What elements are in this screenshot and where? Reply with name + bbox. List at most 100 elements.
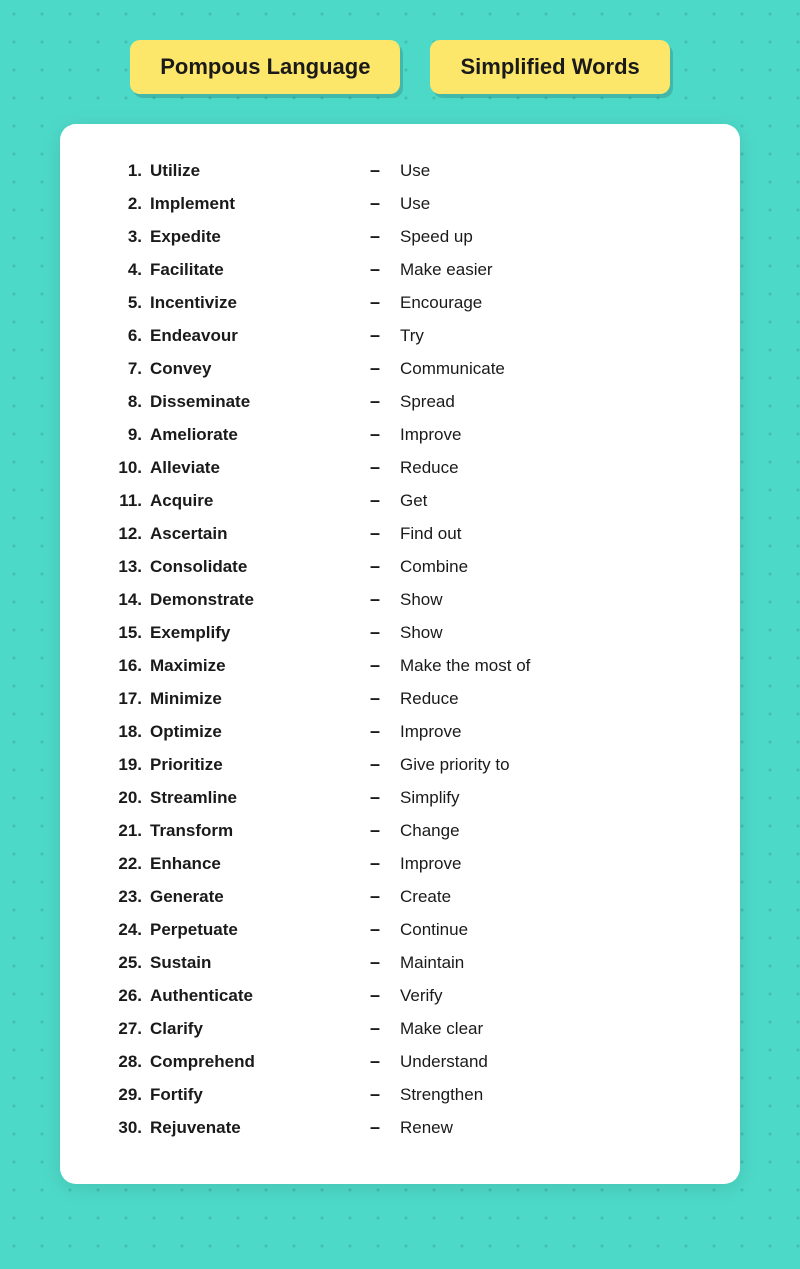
list-item: 5. Incentivize – Encourage <box>100 286 700 319</box>
simple-word: Spread <box>400 392 700 412</box>
simple-word: Create <box>400 887 700 907</box>
content-card: 1. Utilize – Use 2. Implement – Use 3. E… <box>60 124 740 1184</box>
word-number: 1. <box>100 161 142 181</box>
pompous-word: Consolidate <box>150 557 350 577</box>
word-number: 29. <box>100 1085 142 1105</box>
simple-word: Show <box>400 623 700 643</box>
word-number: 24. <box>100 920 142 940</box>
simple-word: Combine <box>400 557 700 577</box>
list-item: 6. Endeavour – Try <box>100 319 700 352</box>
list-item: 12. Ascertain – Find out <box>100 517 700 550</box>
dash-separator: – <box>350 1018 400 1039</box>
header-row: Pompous Language Simplified Words <box>60 40 740 94</box>
dash-separator: – <box>350 589 400 610</box>
pompous-word: Sustain <box>150 953 350 973</box>
simple-word: Communicate <box>400 359 700 379</box>
list-item: 2. Implement – Use <box>100 187 700 220</box>
list-item: 9. Ameliorate – Improve <box>100 418 700 451</box>
dash-separator: – <box>350 622 400 643</box>
word-number: 5. <box>100 293 142 313</box>
list-item: 27. Clarify – Make clear <box>100 1012 700 1045</box>
list-item: 20. Streamline – Simplify <box>100 781 700 814</box>
list-item: 14. Demonstrate – Show <box>100 583 700 616</box>
simple-word: Simplify <box>400 788 700 808</box>
simple-word: Reduce <box>400 458 700 478</box>
dash-separator: – <box>350 853 400 874</box>
dash-separator: – <box>350 358 400 379</box>
simple-word: Improve <box>400 425 700 445</box>
pompous-word: Clarify <box>150 1019 350 1039</box>
list-item: 15. Exemplify – Show <box>100 616 700 649</box>
list-item: 21. Transform – Change <box>100 814 700 847</box>
word-number: 4. <box>100 260 142 280</box>
list-item: 24. Perpetuate – Continue <box>100 913 700 946</box>
word-number: 9. <box>100 425 142 445</box>
simple-word: Verify <box>400 986 700 1006</box>
simple-word: Understand <box>400 1052 700 1072</box>
list-item: 7. Convey – Communicate <box>100 352 700 385</box>
word-number: 30. <box>100 1118 142 1138</box>
simple-word: Make easier <box>400 260 700 280</box>
pompous-word: Maximize <box>150 656 350 676</box>
dash-separator: – <box>350 985 400 1006</box>
pompous-word: Expedite <box>150 227 350 247</box>
simple-word: Speed up <box>400 227 700 247</box>
pompous-word: Generate <box>150 887 350 907</box>
list-item: 13. Consolidate – Combine <box>100 550 700 583</box>
pompous-word: Optimize <box>150 722 350 742</box>
pompous-word: Endeavour <box>150 326 350 346</box>
simple-word: Show <box>400 590 700 610</box>
list-item: 17. Minimize – Reduce <box>100 682 700 715</box>
simple-word: Make the most of <box>400 656 700 676</box>
dash-separator: – <box>350 424 400 445</box>
list-item: 8. Disseminate – Spread <box>100 385 700 418</box>
pompous-word: Exemplify <box>150 623 350 643</box>
dash-separator: – <box>350 457 400 478</box>
list-item: 18. Optimize – Improve <box>100 715 700 748</box>
list-item: 28. Comprehend – Understand <box>100 1045 700 1078</box>
dash-separator: – <box>350 523 400 544</box>
word-number: 28. <box>100 1052 142 1072</box>
simple-word: Encourage <box>400 293 700 313</box>
dash-separator: – <box>350 787 400 808</box>
word-number: 6. <box>100 326 142 346</box>
pompous-word: Facilitate <box>150 260 350 280</box>
list-item: 22. Enhance – Improve <box>100 847 700 880</box>
word-number: 26. <box>100 986 142 1006</box>
word-number: 12. <box>100 524 142 544</box>
word-number: 15. <box>100 623 142 643</box>
simple-word: Renew <box>400 1118 700 1138</box>
pompous-word: Alleviate <box>150 458 350 478</box>
dash-separator: – <box>350 259 400 280</box>
dash-separator: – <box>350 1084 400 1105</box>
pompous-word: Minimize <box>150 689 350 709</box>
list-item: 1. Utilize – Use <box>100 154 700 187</box>
dash-separator: – <box>350 226 400 247</box>
word-number: 2. <box>100 194 142 214</box>
dash-separator: – <box>350 919 400 940</box>
simple-word: Find out <box>400 524 700 544</box>
dash-separator: – <box>350 1117 400 1138</box>
list-item: 26. Authenticate – Verify <box>100 979 700 1012</box>
word-number: 27. <box>100 1019 142 1039</box>
pompous-word: Disseminate <box>150 392 350 412</box>
list-item: 23. Generate – Create <box>100 880 700 913</box>
dash-separator: – <box>350 292 400 313</box>
pompous-word: Ameliorate <box>150 425 350 445</box>
dash-separator: – <box>350 721 400 742</box>
simplified-words-header: Simplified Words <box>430 40 669 94</box>
word-number: 10. <box>100 458 142 478</box>
word-number: 16. <box>100 656 142 676</box>
simple-word: Give priority to <box>400 755 700 775</box>
simple-word: Maintain <box>400 953 700 973</box>
list-item: 10. Alleviate – Reduce <box>100 451 700 484</box>
pompous-word: Prioritize <box>150 755 350 775</box>
pompous-word: Comprehend <box>150 1052 350 1072</box>
dash-separator: – <box>350 886 400 907</box>
pompous-word: Authenticate <box>150 986 350 1006</box>
dash-separator: – <box>350 952 400 973</box>
pompous-word: Fortify <box>150 1085 350 1105</box>
word-number: 11. <box>100 491 142 511</box>
pompous-word: Incentivize <box>150 293 350 313</box>
word-list: 1. Utilize – Use 2. Implement – Use 3. E… <box>100 154 700 1144</box>
